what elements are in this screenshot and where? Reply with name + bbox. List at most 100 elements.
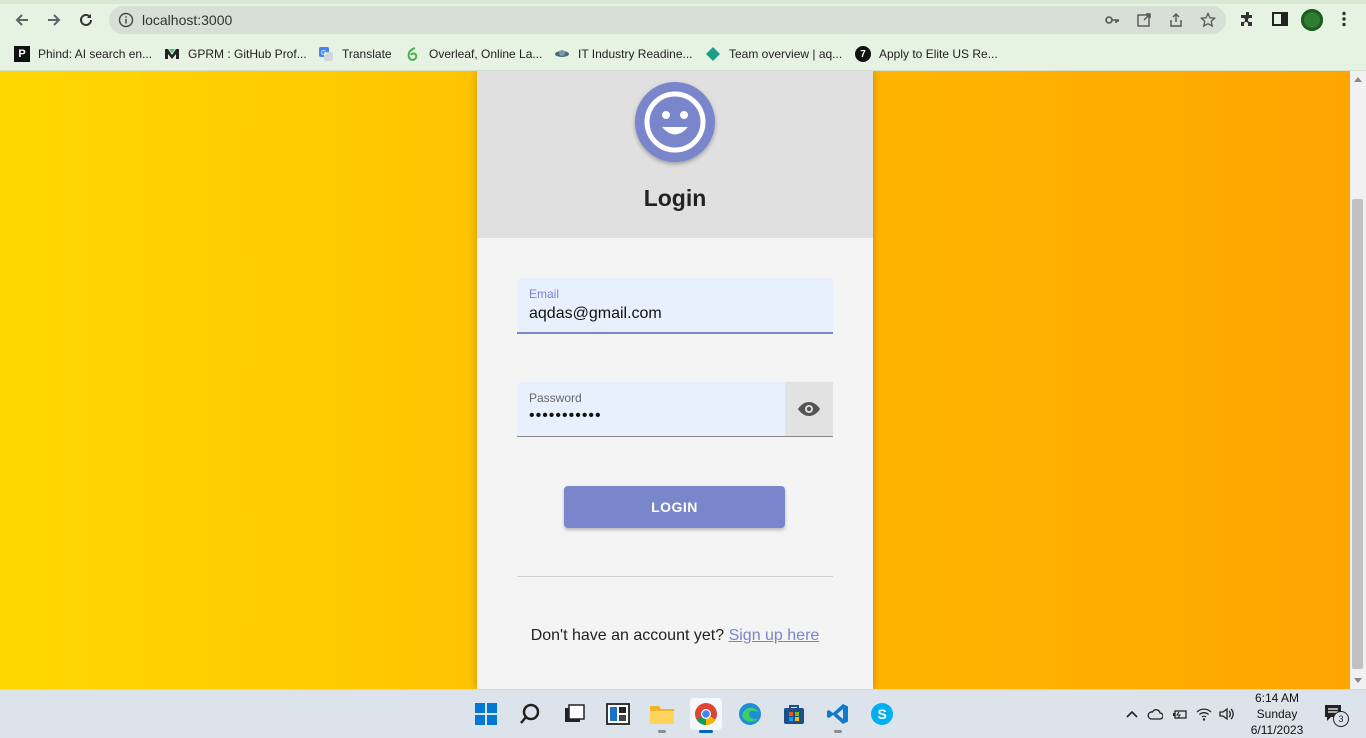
- address-bar[interactable]: localhost:3000: [109, 6, 1226, 34]
- bookmark-label: GPRM : GitHub Prof...: [188, 47, 307, 61]
- show-hidden-icons-chevron-up-icon[interactable]: [1124, 706, 1140, 722]
- tab-strip: [0, 0, 1366, 4]
- skype-button[interactable]: S: [866, 698, 898, 730]
- phind-icon: P: [14, 46, 30, 62]
- bookmarks-bar: P Phind: AI search en... GPRM : GitHub P…: [0, 38, 1366, 71]
- share-icon[interactable]: [1168, 12, 1184, 28]
- open-in-new-icon[interactable]: [1136, 12, 1152, 28]
- reload-button[interactable]: [75, 9, 97, 31]
- windows-logo-icon: [475, 703, 497, 725]
- page-scrollbar[interactable]: [1350, 71, 1366, 689]
- windows-taskbar: S 6:14 AM Sunday 6/11/2023 3: [0, 689, 1366, 738]
- task-view-icon: [565, 704, 585, 722]
- bookmark-team-overview[interactable]: Team overview | aq...: [705, 45, 842, 63]
- windows-start-button[interactable]: [470, 698, 502, 730]
- bookmark-phind[interactable]: P Phind: AI search en...: [14, 45, 152, 63]
- gprm-icon: [164, 46, 180, 62]
- browser-toolbar: localhost:3000: [0, 0, 1366, 38]
- notification-count-badge: 3: [1333, 711, 1349, 727]
- svg-text:S: S: [878, 706, 887, 722]
- microsoft-store-button[interactable]: [778, 698, 810, 730]
- wifi-icon[interactable]: [1196, 706, 1212, 722]
- svg-text:G: G: [321, 50, 326, 57]
- profile-avatar[interactable]: [1301, 9, 1323, 31]
- bookmark-label: Apply to Elite US Re...: [879, 47, 998, 61]
- bookmark-gprm[interactable]: GPRM : GitHub Prof...: [164, 45, 307, 63]
- url-text[interactable]: localhost:3000: [142, 12, 232, 28]
- signup-prompt: Don't have an account yet? Sign up here: [477, 627, 873, 645]
- taskbar-clock[interactable]: 6:14 AM Sunday 6/11/2023: [1244, 690, 1310, 738]
- page-viewport: Login Email aqdas@gmail.com Password •••…: [0, 71, 1350, 689]
- forward-button[interactable]: [43, 9, 65, 31]
- login-card: Login Email aqdas@gmail.com Password •••…: [477, 71, 873, 689]
- team-overview-icon: [705, 46, 721, 62]
- overleaf-icon: [405, 46, 421, 62]
- skype-icon: S: [871, 703, 893, 725]
- running-indicator: [834, 730, 842, 733]
- bookmark-overleaf[interactable]: Overleaf, Online La...: [405, 45, 542, 63]
- login-button[interactable]: LOGIN: [564, 486, 785, 528]
- bookmark-star-icon[interactable]: [1200, 12, 1216, 28]
- onedrive-cloud-icon[interactable]: [1147, 706, 1163, 722]
- clock-time: 6:14 AM: [1254, 691, 1300, 705]
- it-industry-icon: [554, 46, 570, 62]
- widgets-button[interactable]: [602, 698, 634, 730]
- login-card-header: Login: [477, 71, 873, 238]
- search-icon: [520, 703, 540, 724]
- bookmark-label: Team overview | aq...: [729, 47, 843, 61]
- signup-link[interactable]: Sign up here: [729, 627, 820, 644]
- bookmark-label: Overleaf, Online La...: [429, 47, 543, 61]
- taskbar-search-button[interactable]: [514, 698, 546, 730]
- file-explorer-button[interactable]: [646, 698, 678, 733]
- forward-arrow-icon: [48, 14, 61, 26]
- running-indicator: [699, 730, 713, 733]
- apply-icon: 7: [855, 46, 871, 62]
- key-icon[interactable]: [1104, 12, 1120, 28]
- password-input[interactable]: •••••••••••: [529, 407, 602, 425]
- page-title: Login: [643, 185, 707, 211]
- bookmark-translate[interactable]: G Translate: [318, 45, 392, 63]
- chrome-button[interactable]: [690, 698, 722, 733]
- store-icon: [784, 705, 804, 724]
- password-field[interactable]: Password •••••••••••: [517, 382, 833, 437]
- email-label: Email: [529, 287, 560, 301]
- side-panel-icon[interactable]: [1271, 10, 1289, 28]
- folder-icon: [650, 706, 674, 724]
- bookmark-it-industry[interactable]: IT Industry Readine...: [554, 45, 693, 63]
- bookmark-label: IT Industry Readine...: [578, 47, 693, 61]
- vscode-button[interactable]: [822, 698, 854, 733]
- back-arrow-icon: [15, 14, 28, 26]
- vscode-icon: [827, 704, 848, 724]
- scroll-down-icon[interactable]: [1354, 678, 1362, 683]
- bookmark-label: Translate: [342, 47, 392, 61]
- toggle-password-visibility-button[interactable]: [785, 382, 833, 436]
- site-info-icon[interactable]: [118, 12, 134, 28]
- widgets-icon: [606, 703, 630, 725]
- smiley-avatar-icon: [635, 82, 715, 162]
- bookmark-apply[interactable]: 7 Apply to Elite US Re...: [855, 45, 998, 63]
- translate-icon: G: [318, 46, 334, 62]
- extensions-icon[interactable]: [1239, 10, 1257, 28]
- edge-icon: [739, 703, 761, 725]
- task-view-button[interactable]: [558, 698, 590, 730]
- clock-day: Sunday: [1256, 707, 1298, 721]
- divider: [517, 576, 833, 577]
- notification-center-button[interactable]: 3: [1324, 704, 1349, 727]
- scrollbar-thumb[interactable]: [1352, 199, 1363, 669]
- chrome-icon: [695, 703, 717, 725]
- reload-icon: [80, 13, 92, 26]
- volume-icon[interactable]: [1219, 706, 1235, 722]
- signup-prompt-text: Don't have an account yet?: [530, 627, 725, 644]
- back-button[interactable]: [11, 9, 33, 31]
- scroll-up-icon[interactable]: [1354, 77, 1362, 82]
- edge-button[interactable]: [734, 698, 766, 730]
- menu-dots-icon[interactable]: [1335, 10, 1353, 28]
- email-input[interactable]: aqdas@gmail.com: [529, 305, 662, 323]
- password-label: Password: [529, 391, 582, 405]
- email-field[interactable]: Email aqdas@gmail.com: [517, 278, 833, 334]
- running-indicator: [658, 730, 666, 733]
- eye-icon: [798, 402, 820, 416]
- battery-icon[interactable]: [1172, 706, 1188, 722]
- clock-date: 6/11/2023: [1250, 723, 1304, 737]
- bookmark-label: Phind: AI search en...: [38, 47, 153, 61]
